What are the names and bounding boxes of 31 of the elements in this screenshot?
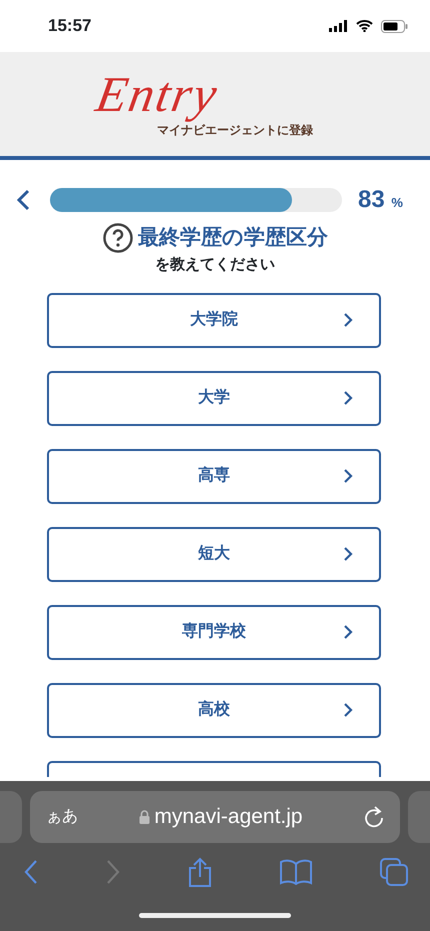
help-icon[interactable] [102, 222, 134, 254]
chevron-icon [343, 702, 353, 718]
signal-icon [329, 20, 348, 32]
logo-tagline: マイナビエージェントに登録 [157, 122, 313, 139]
text-size-button[interactable]: ぁあ [46, 805, 78, 829]
share-icon[interactable] [188, 857, 212, 887]
option-button[interactable]: 高校 [47, 682, 381, 738]
progress-percent: 83 % [358, 185, 403, 215]
chevron-icon [343, 468, 353, 484]
chevron-icon [343, 546, 353, 562]
chevron-icon [343, 312, 353, 328]
url-text: mynavi-agent.jp [154, 804, 303, 830]
option-button[interactable] [47, 760, 381, 776]
book-icon[interactable] [280, 859, 312, 885]
option-button[interactable]: 大学院 [47, 292, 381, 348]
option-button[interactable]: 専門学校 [47, 604, 381, 660]
option-button[interactable]: 高専 [47, 448, 381, 504]
question-title: 最終学歴の学歴区分 [138, 225, 328, 252]
option-button[interactable]: 短大 [47, 526, 381, 582]
chevron-icon [343, 390, 353, 406]
address-bar[interactable]: ぁあ mynavi-agent.jp [30, 791, 400, 843]
battery-icon [381, 20, 408, 32]
lock-icon [139, 810, 150, 824]
tabs-icon[interactable] [380, 858, 408, 886]
wifi-icon [356, 20, 373, 32]
reload-icon[interactable] [364, 806, 384, 828]
back-icon[interactable] [16, 189, 30, 211]
question-subtitle: を教えてください [155, 255, 275, 275]
chevron-icon [343, 624, 353, 640]
option-button[interactable]: 大学 [47, 370, 381, 426]
status-time: 15:57 [48, 15, 92, 38]
